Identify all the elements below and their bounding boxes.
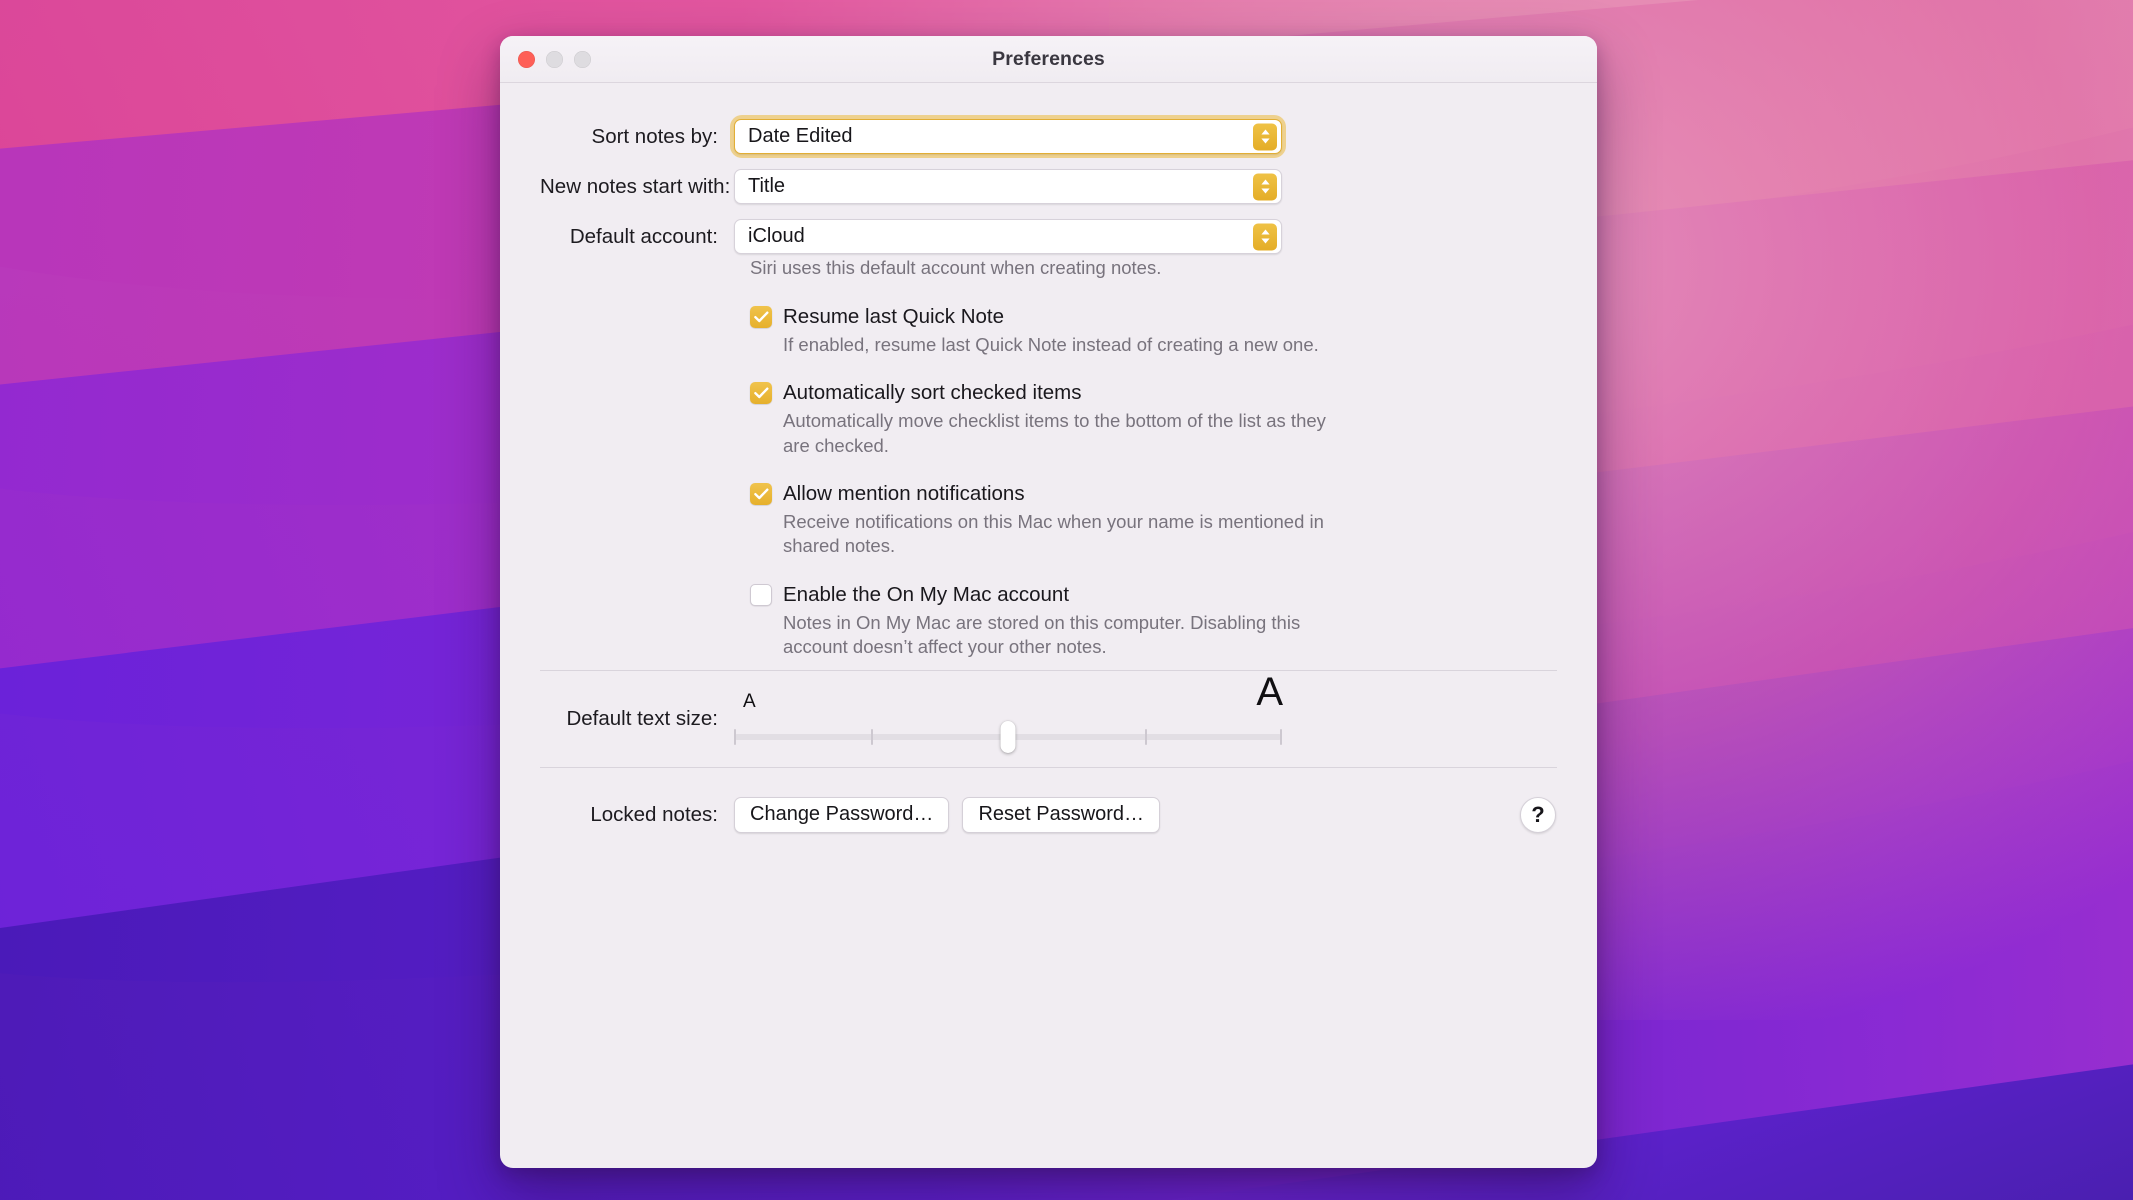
new-notes-start-with-dropdown[interactable]: Title (734, 169, 1282, 204)
chevron-up-down-icon (1253, 173, 1277, 200)
row-new-notes-start-with: New notes start with: Title (540, 169, 1557, 204)
checkmark-icon (750, 306, 772, 328)
checkbox-description: Receive notifications on this Mac when y… (783, 510, 1324, 557)
default-account-label: Default account: (569, 224, 718, 248)
checkbox-label: Resume last Quick Note (783, 305, 1005, 328)
new-notes-start-with-label: New notes start with: (540, 174, 731, 198)
row-sort-notes-by: Sort notes by: Date Edited (540, 119, 1557, 154)
default-account-value: iCloud (734, 219, 1282, 254)
checkbox-label: Allow mention notifications (783, 482, 1025, 506)
default-account-dropdown[interactable]: iCloud (734, 219, 1282, 254)
checkbox-label: Automatically sort checked items (783, 381, 1082, 405)
checkbox-enable-on-my-mac-account[interactable]: Enable the On My Mac account (750, 581, 1557, 609)
large-a-glyph: A (1256, 669, 1283, 714)
checkbox-description: Notes in On My Mac are stored on this co… (783, 611, 1301, 658)
row-default-account: Default account: iCloud (540, 219, 1557, 254)
locked-notes-label: Locked notes: (590, 802, 718, 826)
slider-tick (871, 728, 873, 745)
sort-notes-by-label: Sort notes by: (591, 124, 718, 148)
default-text-size-label: Default text size: (566, 706, 718, 730)
slider-tick (1280, 728, 1282, 745)
slider-tick (734, 728, 736, 745)
slider-thumb[interactable] (1000, 720, 1016, 753)
small-a-glyph: A (743, 690, 756, 712)
preferences-window: Preferences Sort notes by: Date Edited N… (500, 36, 1597, 1168)
help-button[interactable]: ? (1520, 796, 1556, 833)
chevron-up-down-icon (1253, 223, 1277, 250)
row-default-text-size: Default text size: A A (540, 671, 1557, 767)
checkbox-resume-last-quick-note[interactable]: Resume last Quick Note (750, 303, 1557, 331)
checkbox-item: Enable the On My Mac account Notes in On… (750, 581, 1557, 660)
checkbox-group: Resume last Quick Note If enabled, resum… (750, 303, 1557, 660)
checkmark-icon (750, 483, 772, 506)
chevron-up-down-icon (1253, 123, 1277, 150)
checkbox-description: If enabled, resume last Quick Note inste… (783, 333, 1319, 355)
preferences-content: Sort notes by: Date Edited New notes sta… (500, 83, 1597, 1168)
window-titlebar: Preferences (500, 36, 1597, 83)
checkbox-allow-mention-notifications[interactable]: Allow mention notifications (750, 480, 1557, 508)
text-size-slider[interactable]: A A (734, 669, 1283, 767)
checkbox-item: Automatically sort checked items Automat… (750, 379, 1557, 458)
checkbox-description: Automatically move checklist items to th… (783, 409, 1326, 456)
sort-notes-by-value: Date Edited (734, 119, 1282, 154)
row-locked-notes: Locked notes: Change Password… Reset Pas… (540, 768, 1557, 862)
checkbox-item: Resume last Quick Note If enabled, resum… (750, 303, 1557, 357)
sort-notes-by-dropdown[interactable]: Date Edited (734, 119, 1282, 154)
default-account-hint: Siri uses this default account when crea… (750, 257, 1162, 278)
checkbox-item: Allow mention notifications Receive noti… (750, 480, 1557, 559)
checkbox-label: Enable the On My Mac account (783, 582, 1070, 606)
window-title: Preferences (992, 47, 1105, 70)
empty-checkbox-icon (750, 583, 772, 606)
change-password-button[interactable]: Change Password… (734, 796, 950, 833)
checkbox-automatically-sort-checked-items[interactable]: Automatically sort checked items (750, 379, 1557, 407)
reset-password-button[interactable]: Reset Password… (962, 796, 1161, 833)
slider-tick (1145, 728, 1147, 745)
checkmark-icon (750, 382, 772, 405)
new-notes-start-with-value: Title (734, 169, 1282, 204)
